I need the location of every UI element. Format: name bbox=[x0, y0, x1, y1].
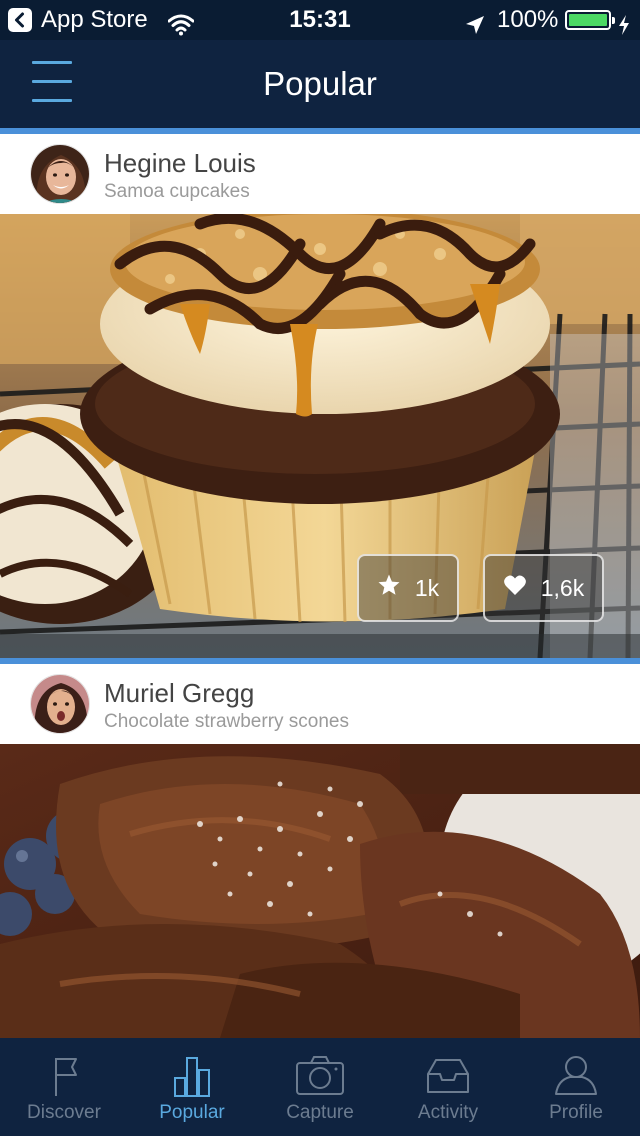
app-screen: App Store 15:31 100% Popular Hegine Loui… bbox=[0, 0, 640, 1136]
tab-activity[interactable]: Activity bbox=[384, 1038, 512, 1136]
author-name[interactable]: Muriel Gregg bbox=[104, 678, 254, 708]
bar-chart-icon bbox=[128, 1054, 256, 1098]
author-name[interactable]: Hegine Louis bbox=[104, 148, 256, 178]
favorite-button[interactable]: 1k bbox=[357, 554, 459, 622]
star-icon bbox=[377, 573, 401, 603]
tab-label: Profile bbox=[549, 1102, 603, 1123]
battery-percent: 100% bbox=[497, 6, 559, 33]
recipe-photo[interactable]: 1k 1,6k bbox=[0, 214, 640, 658]
feed-card[interactable]: Muriel Gregg Chocolate strawberry scones bbox=[0, 664, 640, 1038]
tab-discover[interactable]: Discover bbox=[0, 1038, 128, 1136]
heart-icon bbox=[503, 574, 527, 602]
favorite-count: 1k bbox=[414, 574, 440, 601]
tab-profile[interactable]: Profile bbox=[512, 1038, 640, 1136]
user-icon bbox=[512, 1054, 640, 1098]
tab-label: Capture bbox=[286, 1102, 354, 1123]
tab-popular[interactable]: Popular bbox=[128, 1038, 256, 1136]
avatar[interactable] bbox=[30, 674, 90, 734]
recipe-title: Samoa cupcakes bbox=[104, 181, 250, 202]
recipe-title: Chocolate strawberry scones bbox=[104, 711, 349, 732]
card-header[interactable]: Muriel Gregg Chocolate strawberry scones bbox=[0, 664, 640, 744]
page-title: Popular bbox=[263, 65, 377, 102]
recipe-photo[interactable] bbox=[0, 744, 640, 1038]
battery-level bbox=[569, 14, 607, 26]
tab-label: Activity bbox=[417, 1102, 479, 1123]
like-button[interactable]: 1,6k bbox=[483, 554, 604, 622]
tab-bar: Discover Popular Capture Activity Profil… bbox=[0, 1038, 640, 1136]
card-header[interactable]: Hegine Louis Samoa cupcakes bbox=[0, 134, 640, 214]
tab-capture[interactable]: Capture bbox=[256, 1038, 384, 1136]
like-count: 1,6k bbox=[540, 574, 585, 601]
battery-icon bbox=[565, 10, 615, 30]
nav-bar: Popular bbox=[0, 40, 640, 128]
tab-label: Discover bbox=[27, 1102, 101, 1123]
tab-label: Popular bbox=[159, 1102, 225, 1123]
camera-icon bbox=[256, 1054, 384, 1098]
avatar[interactable] bbox=[30, 144, 90, 204]
feed-card[interactable]: Hegine Louis Samoa cupcakes 1k 1,6k bbox=[0, 134, 640, 664]
status-bar: App Store 15:31 100% bbox=[0, 0, 640, 40]
inbox-icon bbox=[384, 1054, 512, 1098]
flag-icon bbox=[0, 1054, 128, 1098]
